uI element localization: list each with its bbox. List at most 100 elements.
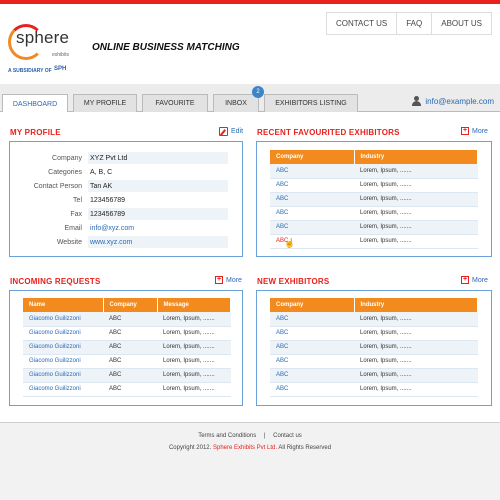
table-cell: ABC	[103, 368, 157, 383]
tab-my-profile[interactable]: MY PROFILE	[73, 94, 137, 112]
inbox-count-badge: 2	[252, 86, 264, 98]
company-link[interactable]: ABC	[270, 206, 354, 221]
about-us-link[interactable]: ABOUT US	[432, 13, 491, 34]
tab-favourite[interactable]: FAVOURITE	[142, 94, 208, 112]
table-cell: Lorem, Ipsum, .......	[354, 354, 478, 369]
favourited-table: Company Industry ABC Lorem, Ipsum, .......…	[270, 150, 478, 249]
tab-bar: DASHBOARD MY PROFILE FAVOURITE INBOX 2 EX…	[0, 84, 500, 113]
company-link[interactable]: ABC	[270, 312, 354, 327]
more-favourited-button[interactable]: + More	[461, 127, 488, 135]
website-link[interactable]: www.xyz.com	[88, 236, 228, 248]
table-cell: Lorem, Ipsum, .......	[354, 192, 478, 207]
profile-row-fax: Fax 123456789	[10, 208, 242, 222]
new-exhibitors-table: Company Industry ABC Lorem, Ipsum, .......…	[270, 298, 478, 397]
table-header: Company Industry	[270, 298, 478, 312]
column-header: Message	[157, 298, 231, 312]
table-cell: Lorem, Ipsum, .......	[354, 368, 478, 383]
table-cell: ABC	[103, 312, 157, 327]
table-cell: Lorem, Ipsum, .......	[157, 326, 231, 341]
my-profile-title: MY PROFILE	[10, 128, 61, 137]
table-cell: ABC	[103, 326, 157, 341]
pointer-cursor-icon: ☝	[284, 237, 296, 248]
requester-name-link[interactable]: Giacomo Guilizzoni	[23, 326, 103, 341]
table-cell: Lorem, Ipsum, .......	[157, 340, 231, 355]
requester-name-link[interactable]: Giacomo Guilizzoni	[23, 340, 103, 355]
terms-link[interactable]: Terms and Conditions	[198, 433, 256, 439]
company-link[interactable]: ABC	[270, 368, 354, 383]
table-row[interactable]: ABC Lorem, Ipsum, .......	[270, 178, 478, 193]
field-label: Company	[52, 155, 82, 162]
plus-icon: +	[461, 127, 469, 135]
tab-label: DASHBOARD	[12, 100, 58, 108]
table-row[interactable]: ABC Lorem, Ipsum, .......	[270, 354, 478, 369]
more-exhibitors-button[interactable]: + More	[461, 276, 488, 284]
table-cell: Lorem, Ipsum, .......	[354, 382, 478, 397]
requester-name-link[interactable]: Giacomo Guilizzoni	[23, 382, 103, 397]
company-link[interactable]: ABC	[270, 164, 354, 179]
tab-inbox[interactable]: INBOX 2	[213, 86, 264, 112]
profile-row-email: Email info@xyz.com	[10, 222, 242, 236]
table-row[interactable]: Giacomo Guilizzoni ABC Lorem, Ipsum, .....…	[23, 354, 231, 369]
requester-name-link[interactable]: Giacomo Guilizzoni	[23, 354, 103, 369]
company-link[interactable]: ABC	[270, 192, 354, 207]
incoming-requests-panel: Name Company Message Giacomo Guilizzoni ABC…	[9, 290, 243, 406]
column-header: Company	[103, 298, 158, 312]
table-header: Company Industry	[270, 150, 478, 164]
tab-dashboard[interactable]: DASHBOARD	[2, 94, 68, 113]
table-cell: Lorem, Ipsum, .......	[354, 340, 478, 355]
sphere-logo[interactable]: sphere exhibits	[8, 22, 74, 66]
field-label: Contact Person	[33, 183, 82, 190]
email-link[interactable]: info@xyz.com	[88, 222, 228, 234]
table-cell: Lorem, Ipsum, .......	[354, 220, 478, 235]
rights-text: All Rights Reserved	[278, 445, 332, 451]
copyright: Copyright 2012. Sphere Exhibits Pvt Ltd.…	[0, 445, 500, 451]
contact-us-link[interactable]: CONTACT US	[327, 13, 398, 34]
company-link[interactable]: ABC	[270, 178, 354, 193]
more-label: More	[472, 127, 488, 135]
edit-profile-button[interactable]: Edit	[219, 127, 243, 136]
company-link[interactable]: ABC	[270, 354, 354, 369]
company-link[interactable]: ABC	[270, 326, 354, 341]
company-link-hovered[interactable]: ABC ☝	[270, 234, 354, 249]
company-link[interactable]: ABC	[270, 340, 354, 355]
table-row[interactable]: Giacomo Guilizzoni ABC Lorem, Ipsum, .....…	[23, 326, 231, 341]
tab-exhibitors-listing[interactable]: EXHIBITORS LISTING	[264, 94, 358, 112]
profile-row-tel: Tel 123456789	[10, 194, 242, 208]
table-row[interactable]: ABC Lorem, Ipsum, .......	[270, 326, 478, 341]
table-cell: ABC	[103, 382, 157, 397]
table-row[interactable]: ABC Lorem, Ipsum, .......	[270, 164, 478, 179]
tab-label: INBOX	[225, 100, 247, 107]
subsidiary-text: A SUBSIDIARY OF	[8, 68, 52, 74]
faq-link[interactable]: FAQ	[397, 13, 433, 34]
field-label: Categories	[48, 169, 82, 176]
table-row[interactable]: ABC ☝ Lorem, Ipsum, .......	[270, 234, 478, 249]
column-header: Industry	[354, 150, 478, 164]
user-email: info@example.com	[425, 97, 494, 106]
footer-contact-link[interactable]: Contact us	[273, 433, 302, 439]
table-row[interactable]: ABC Lorem, Ipsum, .......	[270, 382, 478, 397]
table-row[interactable]: ABC Lorem, Ipsum, .......	[270, 340, 478, 355]
profile-row-categories: Categories A, B, C	[10, 166, 242, 180]
field-label: Email	[64, 225, 82, 232]
table-row[interactable]: ABC Lorem, Ipsum, .......	[270, 206, 478, 221]
more-requests-button[interactable]: + More	[215, 276, 242, 284]
requester-name-link[interactable]: Giacomo Guilizzoni	[23, 368, 103, 383]
my-profile-panel: Company XYZ Pvt Ltd Categories A, B, C Con…	[9, 141, 243, 257]
user-menu[interactable]: info@example.com	[411, 96, 494, 107]
company-link[interactable]: ABC	[270, 220, 354, 235]
table-row[interactable]: Giacomo Guilizzoni ABC Lorem, Ipsum, .....…	[23, 340, 231, 355]
requester-name-link[interactable]: Giacomo Guilizzoni	[23, 312, 103, 327]
column-header: Name	[23, 298, 104, 312]
table-row[interactable]: Giacomo Guilizzoni ABC Lorem, Ipsum, .....…	[23, 382, 231, 397]
table-row[interactable]: Giacomo Guilizzoni ABC Lorem, Ipsum, .....…	[23, 368, 231, 383]
edit-icon	[219, 127, 228, 136]
table-row[interactable]: ABC Lorem, Ipsum, .......	[270, 220, 478, 235]
company-link[interactable]: ABC	[270, 382, 354, 397]
table-row[interactable]: ABC Lorem, Ipsum, .......	[270, 312, 478, 327]
table-row[interactable]: Giacomo Guilizzoni ABC Lorem, Ipsum, .....…	[23, 312, 231, 327]
table-row[interactable]: ABC Lorem, Ipsum, .......	[270, 368, 478, 383]
table-row[interactable]: ABC Lorem, Ipsum, .......	[270, 192, 478, 207]
plus-icon: +	[461, 276, 469, 284]
footer: Terms and Conditions | Contact us Copyri…	[0, 423, 500, 500]
field-label: Tel	[73, 197, 82, 204]
